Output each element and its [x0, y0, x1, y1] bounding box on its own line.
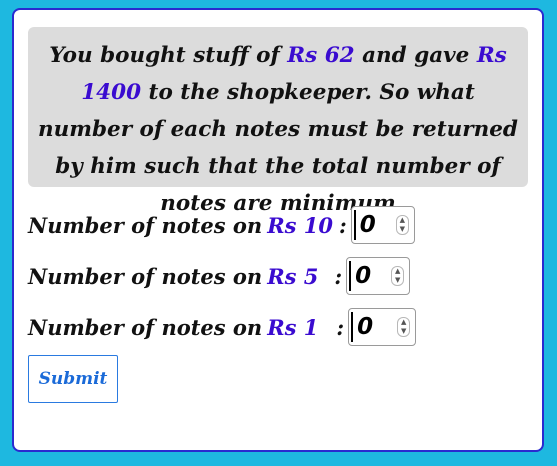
denomination-rs1: Rs 1: [267, 314, 319, 340]
number-spinner[interactable]: ▲ ▼: [397, 317, 411, 337]
row-label: Number of notes on: [28, 263, 263, 289]
quiz-card: You bought stuff of Rs 62 and gave Rs 14…: [12, 8, 544, 452]
denomination-rs10: Rs 10: [267, 212, 334, 238]
row-label: Number of notes on: [28, 212, 263, 238]
submit-button[interactable]: Submit: [28, 355, 118, 403]
row-rs5: Number of notes on Rs 5: 0 ▲ ▼: [28, 256, 411, 296]
row-colon: :: [334, 263, 343, 289]
row-label: Number of notes on: [28, 314, 263, 340]
rs10-count-input[interactable]: 0 ▲ ▼: [350, 206, 415, 244]
increment-icon[interactable]: ▲: [401, 319, 406, 326]
denomination-rs5: Rs 5: [267, 263, 319, 289]
rs5-count-input[interactable]: 0 ▲ ▼: [346, 257, 411, 295]
decrement-icon[interactable]: ▼: [395, 277, 400, 284]
increment-icon[interactable]: ▲: [395, 268, 400, 275]
price-amount: Rs 62: [287, 43, 355, 68]
number-spinner[interactable]: ▲ ▼: [391, 266, 405, 286]
rs1-count-input[interactable]: 0 ▲ ▼: [348, 308, 417, 346]
row-rs1: Number of notes on Rs 1: 0 ▲ ▼: [28, 307, 417, 347]
rs10-count-value[interactable]: 0: [353, 210, 376, 240]
rs1-count-value[interactable]: 0: [351, 312, 373, 342]
decrement-icon[interactable]: ▼: [401, 328, 406, 335]
number-spinner[interactable]: ▲ ▼: [395, 215, 409, 235]
question-text-part2: and gave: [354, 43, 477, 68]
row-colon: :: [339, 212, 347, 238]
question-text-part1: You bought stuff of: [49, 43, 288, 68]
row-rs10: Number of notes on Rs 10: 0 ▲ ▼: [28, 205, 415, 245]
increment-icon[interactable]: ▲: [400, 217, 405, 224]
row-colon: :: [336, 314, 345, 340]
rs5-count-value[interactable]: 0: [349, 261, 371, 291]
decrement-icon[interactable]: ▼: [400, 226, 405, 233]
question-box: You bought stuff of Rs 62 and gave Rs 14…: [28, 27, 528, 216]
